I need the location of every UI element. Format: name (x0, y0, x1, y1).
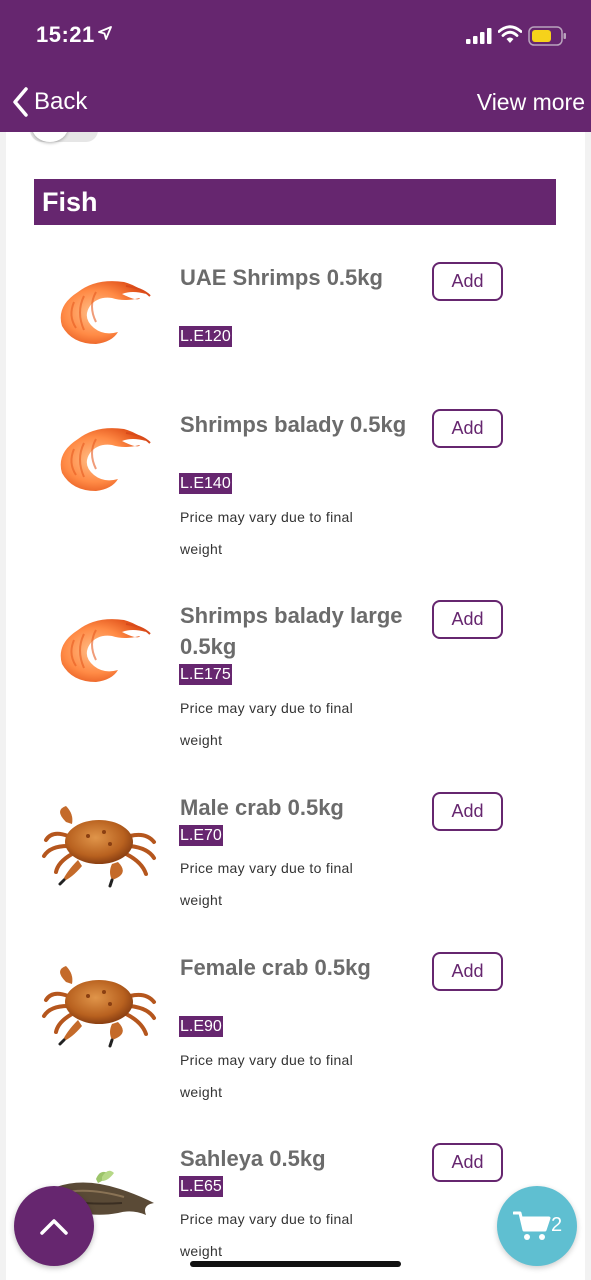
add-button[interactable]: Add (432, 600, 503, 639)
view-more-link[interactable]: View more (477, 89, 585, 116)
location-arrow-icon (98, 26, 112, 40)
product-item: Female crab 0.5kg L.E90 Price may vary d… (6, 952, 585, 1122)
back-button[interactable]: Back (12, 82, 87, 122)
signal-icon (466, 28, 492, 44)
product-note: Price may vary due to final weight (180, 700, 354, 748)
product-price: L.E90 (179, 1016, 223, 1037)
home-indicator (190, 1261, 401, 1267)
product-price: L.E65 (179, 1176, 223, 1197)
chevron-up-icon (40, 1219, 68, 1235)
product-item: Male crab 0.5kg L.E70 Price may vary due… (6, 792, 585, 962)
add-button[interactable]: Add (432, 792, 503, 831)
status-time: 15:21 (36, 22, 95, 47)
product-note: Price may vary due to final weight (180, 1052, 354, 1100)
product-note: Price may vary due to final weight (180, 1211, 354, 1259)
battery-icon (528, 26, 566, 46)
product-item: Shrimps balady 0.5kg L.E140 Price may va… (6, 409, 585, 579)
back-label: Back (34, 88, 88, 115)
chevron-left-icon (13, 87, 28, 117)
add-button[interactable]: Add (432, 409, 503, 448)
product-name: Female crab 0.5kg (180, 955, 371, 980)
shrimp-image (60, 281, 151, 344)
product-price: L.E70 (179, 825, 223, 846)
cart-icon (513, 1211, 551, 1240)
product-item: Sahleya 0.5kg L.E65 Price may vary due t… (6, 1143, 585, 1280)
crab-image (42, 806, 156, 888)
crab-image (42, 966, 156, 1048)
shrimp-image (60, 619, 151, 682)
scroll-top-button[interactable] (14, 1186, 94, 1266)
cart-button[interactable]: 2 (497, 1186, 577, 1266)
wifi-icon (498, 25, 522, 43)
cart-count-badge: 2 (551, 1214, 563, 1236)
product-price: L.E140 (179, 473, 232, 494)
status-bar: 15:21 (0, 0, 591, 72)
product-name: Male crab 0.5kg (180, 795, 344, 820)
product-name: Sahleya 0.5kg (180, 1146, 326, 1171)
toggle-switch[interactable] (30, 132, 98, 142)
product-price: L.E175 (179, 664, 232, 685)
shrimp-image (60, 428, 151, 491)
product-note: Price may vary due to final weight (180, 509, 354, 557)
product-name: Shrimps balady large 0.5kg (180, 603, 403, 659)
product-note: Price may vary due to final weight (180, 860, 354, 908)
add-button[interactable]: Add (432, 952, 503, 991)
add-button[interactable]: Add (432, 262, 503, 301)
product-item: UAE Shrimps 0.5kg L.E120 Add (6, 262, 585, 432)
toggle-knob (32, 132, 68, 142)
product-item: Shrimps balady large 0.5kg L.E175 Price … (6, 600, 585, 770)
product-name: Shrimps balady 0.5kg (180, 412, 407, 437)
content-card: Fish UAE Shrimps 0.5kg L.E120 Add Shrimp (6, 132, 585, 1280)
navigation-bar: Back View more (0, 72, 591, 132)
section-header: Fish (34, 179, 556, 225)
add-button[interactable]: Add (432, 1143, 503, 1182)
product-name: UAE Shrimps 0.5kg (180, 265, 383, 290)
product-price: L.E120 (179, 326, 232, 347)
